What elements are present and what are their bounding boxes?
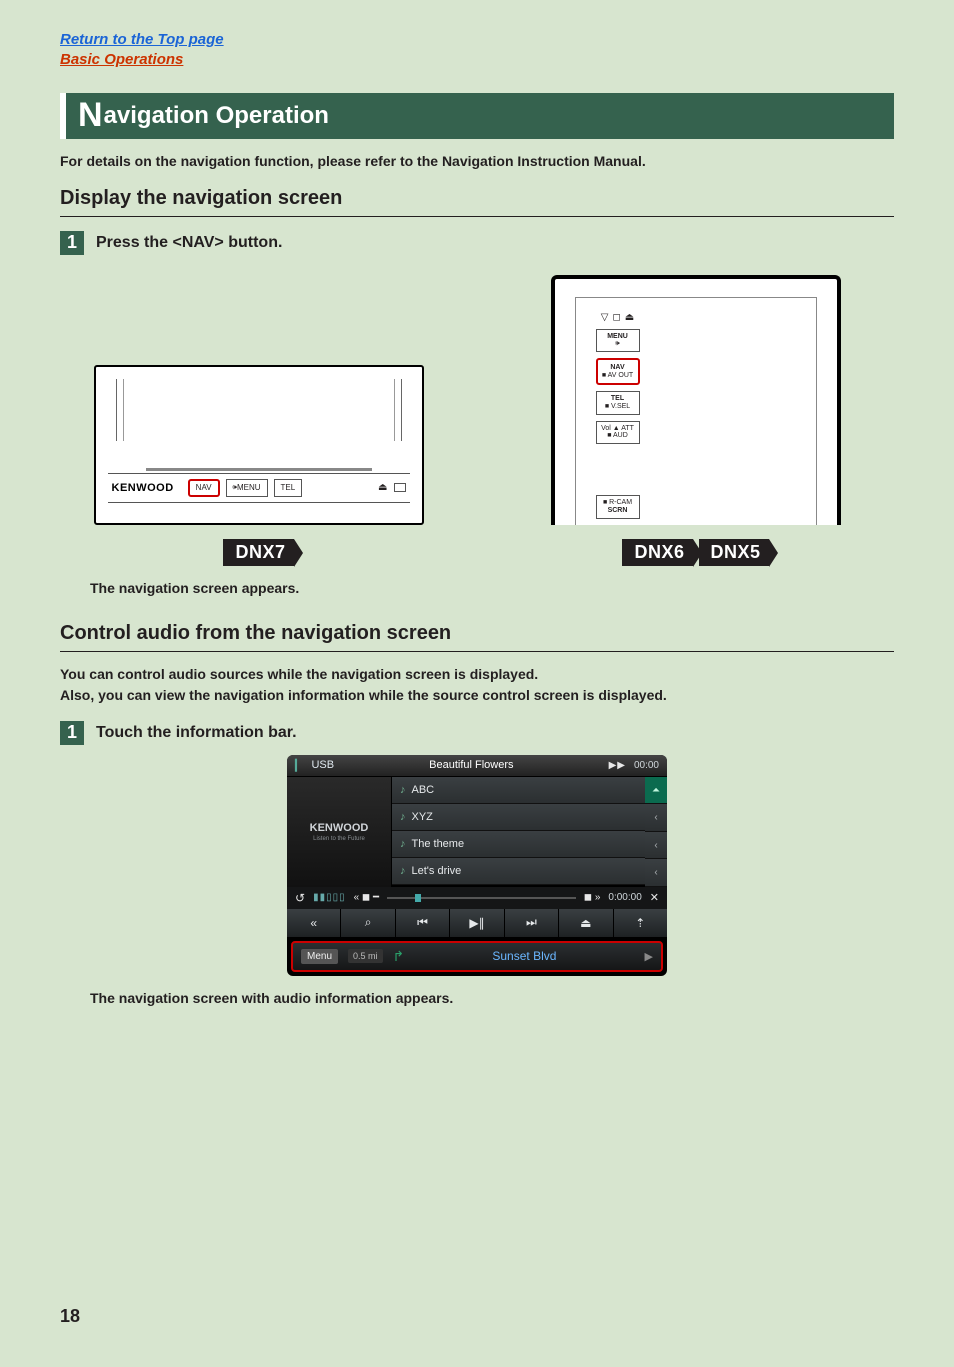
tel-button: TEL <box>274 479 303 497</box>
slot-icon <box>394 483 406 492</box>
nav-turn-icon: ↱ <box>393 948 405 965</box>
seek-right-icons: ◼ » <box>584 892 601 903</box>
ctrl-play-icon: ▶∥ <box>450 909 504 937</box>
step-2-number: 1 <box>60 721 84 745</box>
caption-nav-appears: The navigation screen appears. <box>90 580 894 596</box>
ctrl-eject-icon: ⏏ <box>559 909 613 937</box>
return-top-link[interactable]: Return to the Top page <box>60 30 894 50</box>
side-att-sub: ■ AUD <box>597 432 639 440</box>
side-tel-button: TEL ■ V.SEL <box>596 391 640 414</box>
eject-icon: ⏏ <box>625 312 634 323</box>
side-menu-button: MENU 🕪 <box>596 329 640 352</box>
list-item: ♪ XYZ <box>392 804 645 831</box>
page-number: 18 <box>60 1306 894 1327</box>
badge-dnx7: DNX7 <box>223 539 293 566</box>
heading-display-nav: Display the navigation screen <box>60 187 894 217</box>
side-scrn-label: SCRN <box>597 507 639 515</box>
source-label: USB <box>311 759 334 771</box>
ctrl-search-icon: ⌕ <box>341 909 395 937</box>
note-icon: ♪ <box>400 838 406 850</box>
side-scrn-button: ■ R-CAM SCRN <box>596 495 640 518</box>
heading-control-audio: Control audio from the navigation screen <box>60 622 894 652</box>
art-tagline: Listen to the Future <box>313 836 365 842</box>
slash-icon: ▎ <box>295 759 303 772</box>
step-1-number: 1 <box>60 231 84 255</box>
intro-text: For details on the navigation function, … <box>60 153 894 169</box>
nav-street: Sunset Blvd <box>414 949 634 963</box>
nav-distance: 0.5 mi <box>348 949 383 963</box>
dnx7-brand: KENWOOD <box>112 482 174 494</box>
track-name: The theme <box>412 838 465 850</box>
audio-intro-2: Also, you can view the navigation inform… <box>60 687 667 703</box>
down-icon: ▽ <box>601 312 609 323</box>
menu-button: 🕪 MENU <box>226 479 268 497</box>
banner-rest: avigation Operation <box>104 102 329 130</box>
list-item: ♪ The theme <box>392 831 645 858</box>
badge-dnx6: DNX6 <box>622 539 692 566</box>
shuffle-icon: ✕ <box>650 891 659 904</box>
list-item: ♪ ABC <box>392 777 645 804</box>
dnx6-5-device-illustration: ▽ ◻ ⏏ MENU 🕪 NAV ■ AV OUT TEL ■ V.SEL <box>551 275 841 525</box>
nav-expand-icon: ▶ <box>645 950 653 963</box>
album-art: KENWOOD Listen to the Future <box>287 777 392 887</box>
track-list: ♪ ABC ♪ XYZ ♪ The theme ♪ Let's drive <box>392 777 645 887</box>
audio-nav-screenshot: ▎ USB Beautiful Flowers ▶▶ 00:00 KENWOOD… <box>287 755 667 976</box>
scroll-up-icon: ‹ <box>645 804 667 832</box>
step-1: 1 Press the <NAV> button. <box>60 231 894 255</box>
track-name: ABC <box>412 784 435 796</box>
section-link[interactable]: Basic Operations <box>60 50 894 70</box>
stop-icon: ◻ <box>612 312 620 323</box>
side-att-button: Vol ▲ ATT ■ AUD <box>596 421 640 444</box>
side-tel-label: TEL <box>597 395 639 403</box>
track-title: Beautiful Flowers <box>342 759 600 771</box>
ctrl-back-icon: « <box>287 909 341 937</box>
note-icon: ♪ <box>400 784 406 796</box>
progress-bar <box>387 897 576 899</box>
side-nav-label: NAV <box>598 364 638 372</box>
scroll-down-icon: ‹ <box>645 832 667 860</box>
fastforward-icon: ▶▶ <box>609 760 626 771</box>
ctrl-prev-icon: ⏮ <box>396 909 450 937</box>
dnx7-device-illustration: KENWOOD NAV 🕪 MENU TEL ⏏ <box>94 365 424 525</box>
step-2: 1 Touch the information bar. <box>60 721 894 745</box>
nav-menu-button: Menu <box>301 949 338 964</box>
scroll-top-icon: ⏶ <box>645 777 667 805</box>
art-brand: KENWOOD <box>310 822 369 834</box>
side-nav-button-highlight: NAV ■ AV OUT <box>596 358 640 385</box>
audio-intro-1: You can control audio sources while the … <box>60 666 538 682</box>
nav-button-highlight: NAV <box>188 479 220 497</box>
track-name: Let's drive <box>412 865 462 877</box>
menu-button-label: MENU <box>237 483 261 492</box>
banner-initial: N <box>78 96 103 135</box>
ctrl-up-icon: ⇡ <box>614 909 667 937</box>
eject-icon: ⏏ <box>378 482 387 493</box>
ctrl-next-icon: ⏭ <box>505 909 559 937</box>
note-icon: ♪ <box>400 865 406 877</box>
information-bar-highlight: Menu 0.5 mi ↱ Sunset Blvd ▶ <box>291 941 663 972</box>
seek-mini-icons: « ◼ ━ <box>354 892 379 903</box>
loop-icon: ↺ <box>295 891 305 905</box>
list-item: ♪ Let's drive <box>392 858 645 885</box>
level-icon: ▮▮▯▯▯ <box>313 892 346 903</box>
side-scrn-sub: ■ R-CAM <box>597 499 639 507</box>
step-2-label: Touch the information bar. <box>96 721 297 745</box>
side-menu-label: MENU <box>597 333 639 341</box>
side-nav-sub: ■ AV OUT <box>598 372 638 380</box>
top-time: 00:00 <box>634 760 659 771</box>
step-1-label: Press the <NAV> button. <box>96 231 282 255</box>
caption-nav-audio-appears: The navigation screen with audio informa… <box>90 990 894 1006</box>
seek-time: 0:00:00 <box>608 892 641 903</box>
track-name: XYZ <box>412 811 433 823</box>
side-tel-sub: ■ V.SEL <box>597 403 639 411</box>
side-att-label: Vol ▲ ATT <box>597 425 639 433</box>
note-icon: ♪ <box>400 811 406 823</box>
badge-dnx5: DNX5 <box>699 539 769 566</box>
scroll-bottom-icon: ‹ <box>645 859 667 887</box>
section-banner: N avigation Operation <box>60 93 894 139</box>
